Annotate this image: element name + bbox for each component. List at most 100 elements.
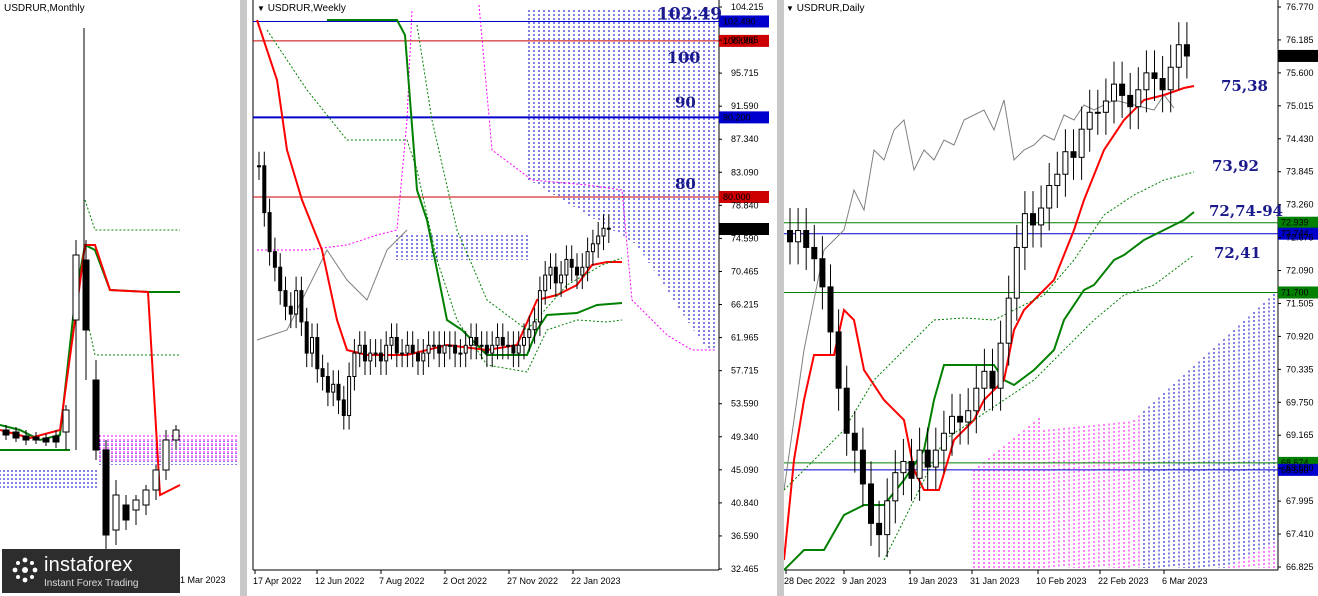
weekly-candle [511, 344, 516, 354]
weekly-candle [569, 258, 574, 268]
chart-bg [247, 0, 777, 596]
monthly-candle [82, 259, 90, 331]
weekly-candle [564, 258, 569, 276]
daily-candle [965, 410, 972, 423]
monthly-candle [172, 429, 180, 441]
weekly-candle [331, 383, 336, 393]
daily-candle [973, 387, 980, 412]
weekly-candle [474, 336, 479, 346]
date-label: 22 Jan 2023 [571, 576, 621, 586]
price-label: 61.965 [731, 333, 759, 343]
monthly-candle [102, 449, 110, 536]
weekly-candle [320, 368, 325, 378]
price-label: 57.715 [731, 366, 759, 376]
monthly-chart-panel[interactable]: 1 Mar 2023 USDRUR,Monthly [0, 0, 240, 596]
current-price-text: 75.901 [1281, 51, 1309, 61]
monthly-candle [72, 254, 80, 321]
weekly-candle [336, 383, 341, 401]
level-annotation: 80 [675, 175, 696, 193]
weekly-candle [458, 352, 463, 355]
monthly-candle [132, 499, 140, 511]
panel-separator[interactable] [777, 0, 784, 596]
daily-candle [1159, 78, 1166, 91]
weekly-candle [442, 344, 447, 354]
weekly-candle [389, 336, 394, 346]
daily-candle [1062, 151, 1069, 175]
weekly-candle [304, 321, 309, 354]
date-label: 17 Apr 2022 [253, 576, 302, 586]
weekly-candle [262, 165, 267, 214]
weekly-candle [537, 290, 542, 323]
weekly-candle [373, 352, 378, 355]
weekly-candle [553, 266, 558, 284]
daily-candle [1111, 83, 1117, 102]
weekly-candle [421, 352, 426, 362]
chevron-down-icon[interactable]: ▼ [786, 4, 794, 13]
daily-candle [932, 449, 939, 468]
weekly-chart-canvas[interactable]: 102.490100.00090.20080.000104.21599.9659… [247, 0, 777, 596]
weekly-candle [310, 336, 314, 354]
daily-candle [900, 460, 907, 474]
monthly-candle [32, 436, 40, 441]
daily-chart-title: ▼ USDRUR,Daily [786, 3, 865, 14]
monthly-candle [122, 504, 130, 521]
daily-chart-title-text: USDRUR,Daily [796, 3, 865, 14]
daily-candle [997, 342, 1004, 389]
price-label: 75.600 [1286, 68, 1314, 78]
weekly-candle [378, 352, 383, 362]
price-label: 74.430 [1286, 134, 1314, 144]
daily-chart-panel[interactable]: 72.939 72.744 71.700 68.674 68.550 76.770 76.1… [784, 0, 1318, 596]
price-label: 67.410 [1286, 529, 1314, 539]
weekly-candle [601, 227, 606, 237]
daily-candle [1070, 151, 1077, 158]
price-label: 67.995 [1286, 496, 1314, 506]
price-label: 70.920 [1286, 331, 1314, 341]
daily-candle [908, 460, 915, 479]
weekly-candle [559, 274, 564, 284]
weekly-candle [347, 376, 352, 417]
weekly-candle [495, 336, 500, 346]
weekly-candle [463, 344, 468, 354]
daily-candle [1119, 83, 1126, 96]
daily-candle [1030, 213, 1036, 226]
price-label: 32.465 [731, 564, 759, 574]
weekly-candle [341, 399, 346, 417]
weekly-candle [357, 344, 362, 354]
chart-bg [0, 0, 240, 596]
weekly-candle [484, 344, 489, 354]
weekly-candle [596, 235, 601, 245]
price-label: 68.580 [1286, 463, 1314, 473]
daily-candle [1102, 100, 1109, 113]
daily-chart-canvas[interactable]: 72.93972.74471.70068.67468.55076.77076.1… [784, 0, 1318, 596]
weekly-candle [257, 165, 261, 168]
chevron-down-icon[interactable]: ▼ [257, 4, 265, 13]
price-label: 87.340 [731, 134, 759, 144]
daily-candle [1005, 297, 1012, 344]
date-label: 31 Jan 2023 [970, 576, 1020, 586]
weekly-candle [288, 305, 293, 315]
daily-candle [1078, 128, 1085, 158]
price-label: 91.590 [731, 101, 759, 111]
monthly-candle [12, 431, 20, 439]
weekly-candle [580, 266, 585, 276]
weekly-candle [437, 344, 442, 354]
daily-candle [1054, 173, 1061, 187]
price-label: 49.340 [731, 432, 759, 442]
level-annotation: 100 [667, 48, 700, 67]
daily-candle [916, 449, 923, 479]
price-level-tag-text: 102.490 [723, 16, 756, 26]
daily-candle [795, 230, 802, 243]
weekly-chart-panel[interactable]: 102.490 100.000 90.200 80.000 104.215 99.965 9… [247, 0, 777, 596]
price-label: 73.845 [1286, 167, 1314, 177]
price-label: 45.090 [731, 465, 759, 475]
monthly-chart-canvas[interactable]: 1 Mar 2023 [0, 0, 240, 596]
date-label: 12 Jun 2022 [315, 576, 365, 586]
panel-separator[interactable] [240, 0, 247, 596]
monthly-candle [112, 494, 120, 531]
price-label: 99.965 [731, 35, 759, 45]
daily-candle [1094, 111, 1101, 114]
date-label: 7 Aug 2022 [379, 576, 425, 586]
daily-candle [892, 472, 899, 502]
price-level-tag-text: 72.939 [1281, 218, 1309, 228]
weekly-candle [368, 352, 373, 362]
